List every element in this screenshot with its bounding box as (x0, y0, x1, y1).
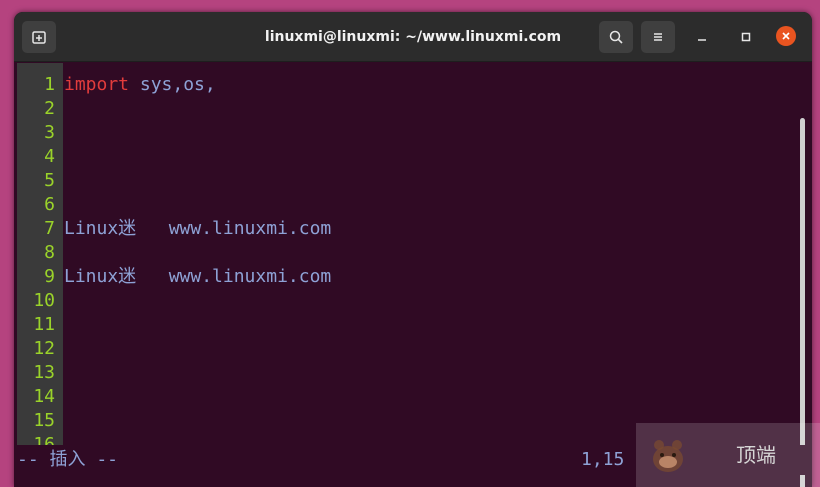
line-text: Linux迷 www.linuxmi.com (64, 266, 332, 287)
line-text: Linux迷 www.linuxmi.com (64, 218, 332, 239)
mode-indicator: -- 插入 -- (17, 449, 119, 470)
terminal-window: linuxmi@linuxmi: ~/www.linuxmi.com 1 imp… (14, 12, 812, 487)
title-bar: linuxmi@linuxmi: ~/www.linuxmi.com (14, 12, 812, 62)
line-number: 13 (33, 362, 55, 383)
line-number: 2 (44, 98, 55, 119)
editor-line[interactable]: 12 (14, 337, 794, 361)
editor-line[interactable]: 9 Linux迷 www.linuxmi.com (14, 265, 794, 289)
close-button[interactable] (776, 26, 796, 46)
search-button[interactable] (599, 21, 633, 53)
editor-line[interactable]: 8 (14, 241, 794, 265)
editor-line[interactable]: 13 (14, 361, 794, 385)
maximize-icon (741, 32, 751, 42)
editor-line[interactable]: 11 (14, 313, 794, 337)
syntax-keyword: import (64, 74, 130, 95)
line-number: 10 (33, 290, 55, 311)
line-content: Linux迷 www.linuxmi.com (64, 265, 331, 289)
line-content: import sys,os, (64, 73, 216, 97)
line-number: 4 (44, 146, 55, 167)
editor-line[interactable]: 6 (14, 193, 794, 217)
menu-button[interactable] (641, 21, 675, 53)
line-number: 1 (44, 74, 55, 95)
line-number: 5 (44, 170, 55, 191)
editor-line[interactable]: 4 (14, 145, 794, 169)
editor-line[interactable]: 7 Linux迷 www.linuxmi.com (14, 217, 794, 241)
line-number: 8 (44, 242, 55, 263)
search-icon (609, 30, 623, 44)
editor-line[interactable]: 1 import sys,os, (14, 73, 794, 97)
editor-line[interactable]: 2 (14, 97, 794, 121)
line-number: 9 (44, 266, 55, 287)
line-number: 14 (33, 386, 55, 407)
line-number: 3 (44, 122, 55, 143)
line-number: 15 (33, 410, 55, 431)
minimize-icon (698, 39, 706, 41)
line-content: Linux迷 www.linuxmi.com (64, 217, 331, 241)
line-number: 6 (44, 194, 55, 215)
back-to-top-label: 顶端 (736, 443, 776, 467)
minimize-button[interactable] (692, 27, 712, 47)
hamburger-menu-icon (654, 33, 662, 41)
editor-line[interactable]: 3 (14, 121, 794, 145)
line-number: 12 (33, 338, 55, 359)
vim-editor[interactable]: 1 import sys,os, 2 3 4 5 6 7 Linux迷 www.linuxmi.… (14, 63, 812, 487)
line-number: 11 (33, 314, 55, 335)
editor-line[interactable]: 14 (14, 385, 794, 409)
mascot-icon (653, 440, 683, 472)
editor-line[interactable]: 10 (14, 289, 794, 313)
maximize-button[interactable] (736, 27, 756, 47)
cursor-position: 1,15 (581, 449, 625, 470)
line-text: sys,os, (129, 74, 216, 95)
back-to-top-overlay[interactable]: 顶端 (636, 423, 820, 487)
close-icon (782, 32, 790, 40)
line-number: 7 (44, 218, 55, 239)
editor-line[interactable]: 5 (14, 169, 794, 193)
